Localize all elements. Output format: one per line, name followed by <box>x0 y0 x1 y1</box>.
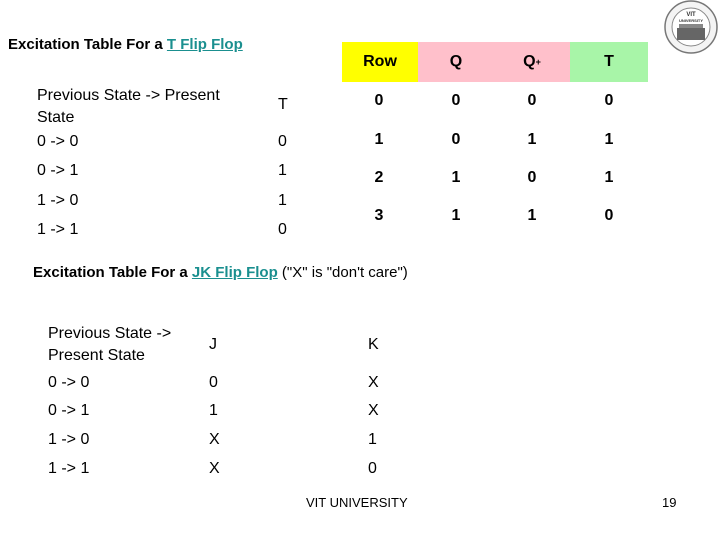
jk-header-j: J <box>209 336 217 353</box>
t-row-state: 1 -> 0 <box>37 192 79 209</box>
cell-t: 0 <box>604 207 614 224</box>
jk-row-state: 0 -> 1 <box>48 402 90 419</box>
header-q-plus-label: Q <box>523 53 536 70</box>
t-header-t: T <box>278 96 288 113</box>
jk-header-state-line2: Present State <box>48 347 145 364</box>
cell-q-plus: 1 <box>527 131 537 148</box>
t-row-state: 1 -> 1 <box>37 221 79 238</box>
jk-row-k: X <box>368 402 379 419</box>
header-t: T <box>570 42 648 82</box>
jk-flip-flop-title: Excitation Table For a JK Flip Flop ("X"… <box>33 264 408 281</box>
cell-q-plus: 0 <box>527 169 537 186</box>
jk-row-state: 1 -> 1 <box>48 460 90 477</box>
cell-t: 1 <box>604 131 614 148</box>
header-q-plus: Q + <box>494 42 570 82</box>
t-row-value: 1 <box>278 192 287 209</box>
cell-row: 1 <box>374 131 384 148</box>
cell-t: 0 <box>604 92 614 109</box>
jk-title-suffix: ("X" is "don't care") <box>277 264 408 281</box>
jk-row-k: 1 <box>368 431 377 448</box>
header-q: Q <box>418 42 494 82</box>
jk-row-state: 0 -> 0 <box>48 374 90 391</box>
jk-row-j: X <box>209 431 220 448</box>
cell-q: 0 <box>451 131 461 148</box>
jk-row-j: 0 <box>209 374 218 391</box>
cell-q: 1 <box>451 207 461 224</box>
t-header-state-line1: Previous State -> Present <box>37 87 220 104</box>
t-header-state-line2: State <box>37 109 75 126</box>
cell-q: 0 <box>451 92 461 109</box>
t-header-state: Previous State -> Present State <box>37 85 220 129</box>
header-row-label: Row <box>363 53 397 70</box>
jk-row-j: X <box>209 460 220 477</box>
t-row-state: 0 -> 1 <box>37 162 79 179</box>
header-q-plus-sup: + <box>535 57 541 67</box>
jk-flip-flop-link[interactable]: JK Flip Flop <box>192 264 278 281</box>
cell-row: 0 <box>374 92 384 109</box>
t-flip-flop-title: Excitation Table For a T Flip Flop <box>8 36 243 53</box>
cell-row: 2 <box>374 169 384 186</box>
vit-university-seal-icon: VIT UNIVERSITY <box>655 0 720 58</box>
t-title-prefix: Excitation Table For a <box>8 36 167 53</box>
cell-q: 1 <box>451 169 461 186</box>
footer-text: VIT UNIVERSITY <box>306 495 408 510</box>
jk-row-state: 1 -> 0 <box>48 431 90 448</box>
cell-q-plus: 1 <box>527 207 537 224</box>
t-row-state: 0 -> 0 <box>37 133 79 150</box>
jk-row-j: 1 <box>209 402 218 419</box>
cell-t: 1 <box>604 169 614 186</box>
header-q-label: Q <box>449 53 463 70</box>
cell-row: 3 <box>374 207 384 224</box>
header-row: Row <box>342 42 418 82</box>
jk-header-state-line1: Previous State -> <box>48 325 172 342</box>
cell-q-plus: 0 <box>527 92 537 109</box>
jk-header-k: K <box>368 336 379 353</box>
jk-title-prefix: Excitation Table For a <box>33 264 192 281</box>
t-row-value: 1 <box>278 162 287 179</box>
t-row-value: 0 <box>278 221 287 238</box>
t-row-value: 0 <box>278 133 287 150</box>
header-t-label: T <box>604 53 614 70</box>
jk-row-k: X <box>368 374 379 391</box>
jk-header-state: Previous State -> Present State <box>48 323 171 367</box>
page-number: 19 <box>662 495 677 510</box>
jk-row-k: 0 <box>368 460 377 477</box>
t-flip-flop-link[interactable]: T Flip Flop <box>167 36 243 53</box>
svg-text:UNIVERSITY: UNIVERSITY <box>679 18 703 23</box>
